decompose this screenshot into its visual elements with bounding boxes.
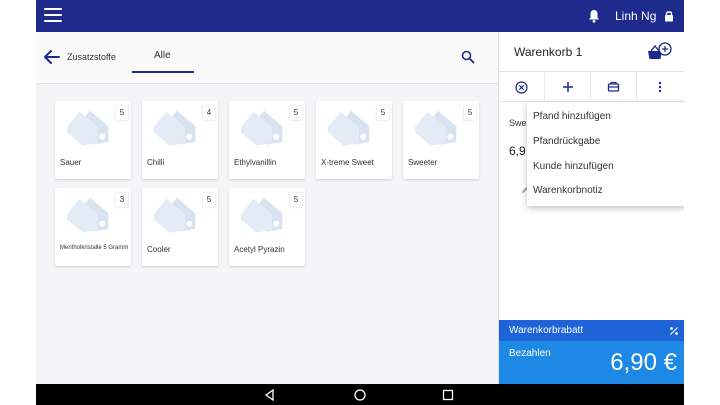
- park-cart-button[interactable]: [591, 72, 637, 102]
- product-tile[interactable]: 5 Sweeter: [403, 101, 479, 179]
- hamburger-menu-icon[interactable]: [44, 8, 62, 22]
- menu-item-cart-note[interactable]: Warenkorbnotiz: [533, 181, 683, 201]
- product-name: Chilli: [147, 158, 165, 167]
- back-triangle-icon[interactable]: [263, 388, 277, 402]
- cart-discount-button[interactable]: Warenkorbrabatt: [499, 320, 684, 341]
- pay-label: Bezahlen: [509, 348, 551, 359]
- price-tag-icon: [238, 107, 293, 151]
- stock-count-badge: 5: [464, 106, 476, 120]
- stock-count-badge: 5: [203, 193, 215, 207]
- bell-icon[interactable]: [588, 9, 600, 23]
- menu-item-add-deposit[interactable]: Pfand hinzufügen: [533, 107, 683, 127]
- discount-label: Warenkorbrabatt: [509, 325, 584, 336]
- product-tile[interactable]: 5 Cooler: [142, 188, 218, 266]
- product-name: Acetyl Pyrazin: [234, 245, 285, 254]
- add-item-button[interactable]: [545, 72, 591, 102]
- product-name: Cooler: [147, 245, 171, 254]
- product-name: Sweeter: [408, 158, 438, 167]
- cart-title: Warenkorb 1: [514, 45, 583, 59]
- android-navigation-bar: [36, 384, 684, 405]
- product-tile[interactable]: 5 Acetyl Pyrazin: [229, 188, 305, 266]
- back-arrow-icon[interactable]: [42, 48, 62, 66]
- product-name: X-treme Sweet: [321, 158, 374, 167]
- stock-count-badge: 5: [290, 106, 302, 120]
- cart-toolbar: [499, 71, 684, 102]
- more-options-button[interactable]: [637, 72, 683, 102]
- cart-options-menu: Pfand hinzufügen Pfandrückgabe Kunde hin…: [527, 102, 684, 206]
- percent-icon: [670, 327, 678, 335]
- menu-item-add-customer[interactable]: Kunde hinzufügen: [533, 157, 683, 177]
- user-name[interactable]: Linh Ng: [615, 9, 656, 23]
- price-tag-icon: [64, 107, 119, 151]
- price-tag-icon: [151, 107, 206, 151]
- register-icon: [607, 81, 620, 92]
- back-category-label[interactable]: Zusatzstoffe: [67, 52, 116, 62]
- top-app-bar: Linh Ng: [36, 0, 684, 32]
- pay-button[interactable]: Bezahlen 6,90 €: [499, 341, 684, 384]
- product-name: Ethylvanillin: [234, 158, 277, 167]
- product-tile[interactable]: 5 X-treme Sweet: [316, 101, 392, 179]
- cart-item-name[interactable]: Swe: [509, 118, 527, 128]
- close-circle-icon: [515, 80, 528, 94]
- search-icon[interactable]: [461, 50, 475, 64]
- tab-all[interactable]: Alle: [132, 32, 194, 73]
- recents-square-icon[interactable]: [441, 388, 455, 402]
- product-name: Sauer: [60, 158, 82, 167]
- cart-total: 6,90 €: [610, 349, 677, 376]
- cart-panel: Warenkorb 1 Swe 6,9 Pfand hinzufügen Pfa…: [498, 32, 684, 384]
- clear-cart-button[interactable]: [499, 72, 545, 102]
- product-name: Mentholkristalle 5 Gramm: [60, 245, 129, 251]
- cart-item-price: 6,9: [509, 144, 526, 158]
- stock-count-badge: 5: [290, 193, 302, 207]
- app-screen: Linh Ng Zusatzstoffe Alle 5 Sauer 4 Chilli 5…: [36, 0, 684, 405]
- price-tag-icon: [325, 107, 380, 151]
- stock-count-badge: 4: [203, 106, 215, 120]
- price-tag-icon: [412, 107, 467, 151]
- stock-count-badge: 5: [377, 106, 389, 120]
- product-tile[interactable]: 5 Sauer: [55, 101, 131, 179]
- plus-icon: [562, 82, 573, 92]
- product-panel: Zusatzstoffe Alle 5 Sauer 4 Chilli 5 Ethylvan…: [36, 32, 498, 384]
- product-tile[interactable]: 5 Ethylvanillin: [229, 101, 305, 179]
- price-tag-icon: [64, 194, 119, 238]
- more-vertical-icon: [658, 81, 662, 93]
- cart-add-icon[interactable]: [645, 41, 673, 63]
- tab-all-label: Alle: [154, 50, 171, 61]
- lock-icon[interactable]: [664, 10, 674, 22]
- menu-item-deposit-return[interactable]: Pfandrückgabe: [533, 132, 683, 152]
- home-circle-icon[interactable]: [353, 388, 367, 402]
- price-tag-icon: [151, 194, 206, 238]
- price-tag-icon: [238, 194, 293, 238]
- product-tile[interactable]: 4 Chilli: [142, 101, 218, 179]
- category-nav: Zusatzstoffe Alle: [36, 32, 498, 84]
- tab-indicator: [132, 71, 194, 73]
- stock-count-badge: 3: [116, 193, 128, 207]
- stock-count-badge: 5: [116, 106, 128, 120]
- product-tile[interactable]: 3 Mentholkristalle 5 Gramm: [55, 188, 131, 266]
